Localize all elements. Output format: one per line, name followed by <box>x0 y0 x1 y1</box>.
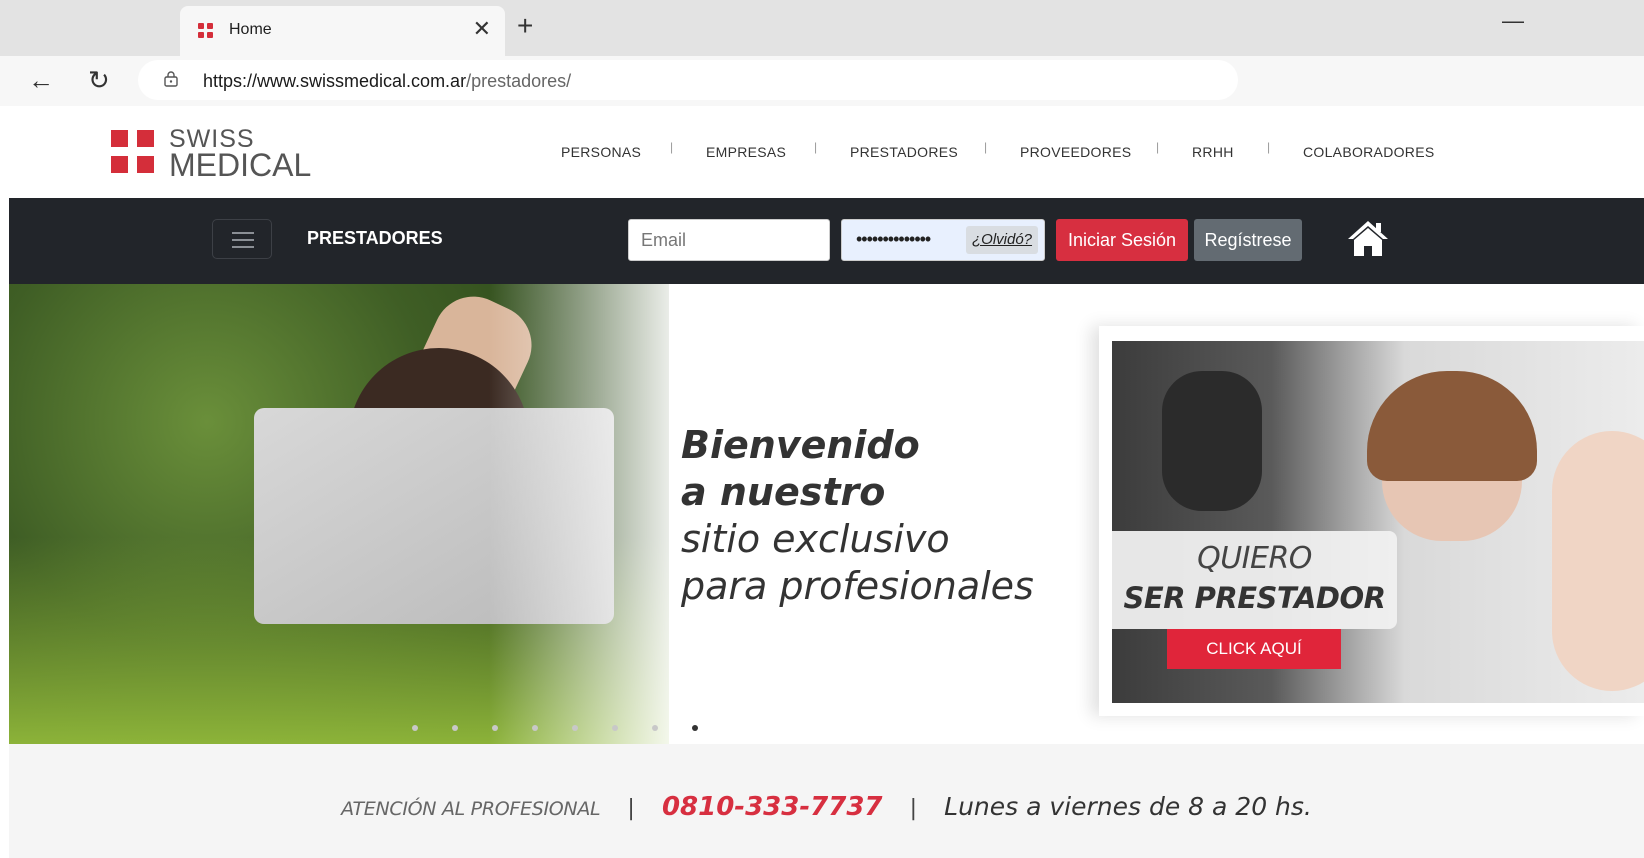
browser-toolbar: ← ↻ https://www.swissmedical.com.ar/pres… <box>0 56 1644 106</box>
login-button[interactable]: Iniciar Sesión <box>1056 219 1188 261</box>
click-here-button[interactable]: CLICK AQUÍ <box>1167 629 1341 669</box>
lock-icon <box>164 71 178 87</box>
home-icon[interactable] <box>1346 218 1390 258</box>
carousel-dot[interactable] <box>452 725 458 731</box>
carousel-dot[interactable] <box>652 725 658 731</box>
nav-personas[interactable]: PERSONAS <box>561 144 641 160</box>
contact-strip: ATENCIÓN AL PROFESIONAL | 0810-333-7737 … <box>9 744 1644 858</box>
contact-label: ATENCIÓN AL PROFESIONAL <box>341 798 601 820</box>
minimize-window-icon[interactable]: — <box>1502 8 1524 34</box>
email-field[interactable] <box>628 219 830 261</box>
carousel-dot[interactable] <box>572 725 578 731</box>
address-bar[interactable]: https://www.swissmedical.com.ar/prestado… <box>138 60 1238 100</box>
browser-tab-strip: Home ✕ + — <box>0 0 1644 56</box>
hero-carousel: Bienvenido a nuestro sitio exclusivo par… <box>9 284 1644 744</box>
reload-icon[interactable]: ↻ <box>88 65 110 95</box>
carousel-dot[interactable] <box>492 725 498 731</box>
browser-tab-home[interactable]: Home ✕ <box>180 6 505 56</box>
promo-caption: QUIERO SER PRESTADOR <box>1112 531 1397 629</box>
nav-prestadores[interactable]: PRESTADORES <box>850 144 958 160</box>
site-header: SWISS MEDICAL PERSONAS | EMPRESAS | PRES… <box>9 106 1644 198</box>
forgot-password-link[interactable]: ¿Olvidó? <box>966 226 1039 254</box>
hero-headline: Bienvenido a nuestro sitio exclusivo par… <box>681 423 1034 608</box>
office-hours: Lunes a viernes de 8 a 20 hs. <box>944 792 1312 821</box>
register-button[interactable]: Regístrese <box>1194 219 1302 261</box>
carousel-dots <box>412 718 732 736</box>
carousel-dot[interactable] <box>532 725 538 731</box>
login-bar: PRESTADORES •••••••••••••• ¿Olvidó? Inic… <box>9 198 1644 284</box>
password-field[interactable]: •••••••••••••• ¿Olvidó? <box>841 219 1045 261</box>
new-tab-icon[interactable]: + <box>517 12 533 40</box>
nav-rrhh[interactable]: RRHH <box>1192 144 1234 160</box>
url-text: https://www.swissmedical.com.ar/prestado… <box>203 71 572 91</box>
password-dots: •••••••••••••• <box>856 229 931 249</box>
close-tab-icon[interactable]: ✕ <box>473 17 491 41</box>
nav-colaboradores[interactable]: COLABORADORES <box>1303 144 1435 160</box>
phone-number[interactable]: 0810-333-7737 <box>662 792 883 822</box>
hamburger-menu-icon[interactable] <box>212 219 272 259</box>
swiss-medical-favicon-icon <box>198 23 214 39</box>
tab-title: Home <box>229 21 272 38</box>
section-title: PRESTADORES <box>307 228 443 248</box>
back-arrow-icon[interactable]: ← <box>28 65 54 95</box>
carousel-dot[interactable] <box>412 725 418 731</box>
nav-empresas[interactable]: EMPRESAS <box>706 144 786 160</box>
carousel-dot-active[interactable] <box>692 725 698 731</box>
carousel-dot[interactable] <box>612 725 618 731</box>
nav-proveedores[interactable]: PROVEEDORES <box>1020 144 1131 160</box>
promo-card: QUIERO SER PRESTADOR CLICK AQUÍ <box>1099 326 1644 716</box>
swiss-medical-logo[interactable]: SWISS MEDICAL <box>111 126 311 182</box>
